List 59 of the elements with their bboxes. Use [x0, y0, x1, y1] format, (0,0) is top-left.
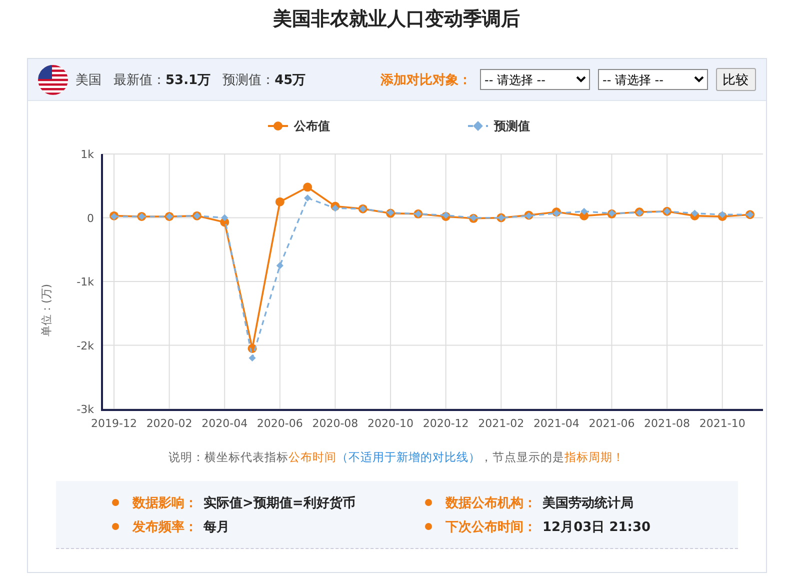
forecast-point [220, 214, 228, 222]
info-value: 12月03日 21:30 [542, 518, 651, 536]
x-tick-label: 2021-10 [698, 417, 745, 430]
forecast-point [552, 210, 560, 217]
info-label: 数据公布机构： [446, 494, 536, 512]
bullet-icon [112, 523, 118, 530]
bullet-icon [424, 499, 432, 506]
legend-label[interactable]: 公布值 [294, 119, 330, 133]
info-value: 每月 [204, 518, 230, 536]
chart-note: 说明：横坐标代表指标公布时间（不适用于新增的对比线），节点显示的是指标周期！ [168, 450, 626, 465]
x-tick-label: 2020-10 [367, 417, 413, 430]
bullet-icon [112, 499, 118, 506]
country-label: 美国 [76, 72, 102, 88]
forecast-point [442, 212, 449, 219]
x-tick-label: 2020-06 [256, 417, 302, 430]
actual-point [274, 197, 284, 206]
forecast-point [580, 208, 588, 215]
forecast-point [690, 210, 698, 217]
info-label: 下次公布时间： [446, 518, 536, 536]
y-tick-label: -2k [76, 339, 94, 352]
y-tick-label: 0 [86, 212, 94, 225]
y-tick-label: -1k [76, 276, 94, 288]
x-tick-label: 2021-02 [478, 417, 524, 430]
info-value: 美国劳动统计局 [542, 494, 634, 512]
forecast-point [248, 354, 256, 362]
bullet-icon [424, 523, 432, 530]
compare-select[interactable]: -- 请选择 -- [598, 69, 708, 90]
forecast-point [276, 262, 283, 270]
x-tick-label: 2020-02 [146, 417, 192, 430]
compare-button[interactable]: 比较 [716, 68, 756, 91]
actual-point [302, 182, 312, 192]
latest-value: 53.1万 [166, 72, 211, 88]
forecast-label: 预测值： [222, 72, 275, 88]
forecast-value: 45万 [274, 72, 306, 88]
flag-icon [38, 64, 68, 94]
forecast-point [331, 204, 338, 212]
latest-label: 最新值： [114, 72, 166, 88]
y-tick-label: -3k [76, 403, 94, 416]
x-tick-label: 2020-04 [201, 417, 248, 430]
compare-label: 添加对比对象： [380, 72, 472, 88]
info-label: 数据影响： [132, 494, 198, 512]
y-axis-label: 单位：(万) [40, 284, 52, 336]
legend-marker-icon[interactable] [268, 122, 288, 130]
page-title: 美国非农就业人口变动季调后 [273, 7, 520, 32]
info-label: 发布频率： [132, 518, 198, 536]
forecast-point [718, 211, 726, 218]
legend-label[interactable]: 预测值 [494, 119, 530, 133]
x-tick-label: 2021-06 [588, 417, 634, 430]
x-tick-label: 2020-12 [422, 417, 468, 430]
x-tick-label: 2021-08 [644, 417, 690, 430]
forecast-point [304, 194, 311, 202]
info-value: 实际值>预期值=利好货币 [204, 494, 356, 512]
actual-point [247, 344, 256, 353]
legend-marker-icon[interactable] [468, 121, 488, 131]
y-tick-label: 1k [80, 148, 94, 161]
compare-select[interactable]: -- 请选择 -- [480, 69, 590, 90]
x-tick-label: 2019-12 [90, 417, 136, 430]
x-tick-label: 2021-04 [532, 417, 579, 430]
x-tick-label: 2020-08 [312, 417, 358, 430]
